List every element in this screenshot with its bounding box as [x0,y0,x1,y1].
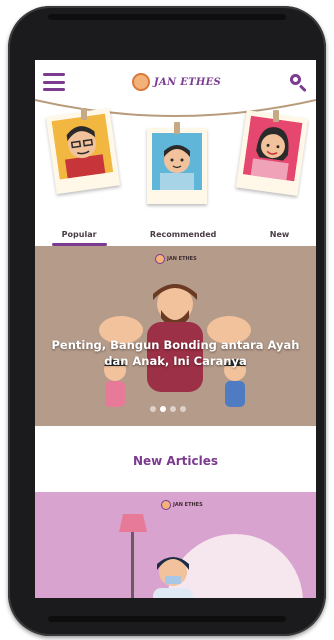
banner-illustration [99,284,251,407]
logo-face-icon [131,73,150,91]
category-gallery [35,92,316,222]
popular-avatar-icon [51,113,114,180]
logo-wordmark: JAN ETHES [153,76,222,88]
app-logo[interactable]: JAN ETHES [131,73,222,91]
carousel-dots [150,406,186,412]
tab-new[interactable]: New [270,230,290,239]
carousel-dot[interactable] [150,406,156,412]
article-illustration [119,514,303,598]
new-photo[interactable] [235,110,309,196]
search-icon[interactable] [288,72,308,93]
carousel-dot[interactable] [180,406,186,412]
category-tabs: Popular Recommended New [35,223,316,246]
section-title: New Articles [132,454,218,468]
bottom-speaker-slot [48,616,286,622]
new-avatar-icon [242,115,303,182]
article-card[interactable]: JAN ETHES [35,492,316,598]
recommended-photo[interactable] [147,128,207,204]
carousel-dot-active[interactable] [160,406,166,412]
carousel-dot[interactable] [170,406,176,412]
phone-frame: JAN ETHES Popular Recommended New JAN ET… [8,6,326,636]
tab-recommended[interactable]: Recommended [150,230,217,239]
speaker-slot [48,14,286,20]
tab-popular[interactable]: Popular [51,230,107,246]
featured-banner[interactable]: JAN ETHES Penting, Bangun Bonding antara… [35,246,316,426]
recommended-avatar-icon [152,133,202,190]
app-screen: JAN ETHES Popular Recommended New JAN ET… [35,60,316,598]
popular-photo[interactable] [45,107,121,195]
banner-headline[interactable]: Penting, Bangun Bonding antara Ayah dan … [45,338,306,369]
hamburger-menu-icon[interactable] [43,73,65,91]
